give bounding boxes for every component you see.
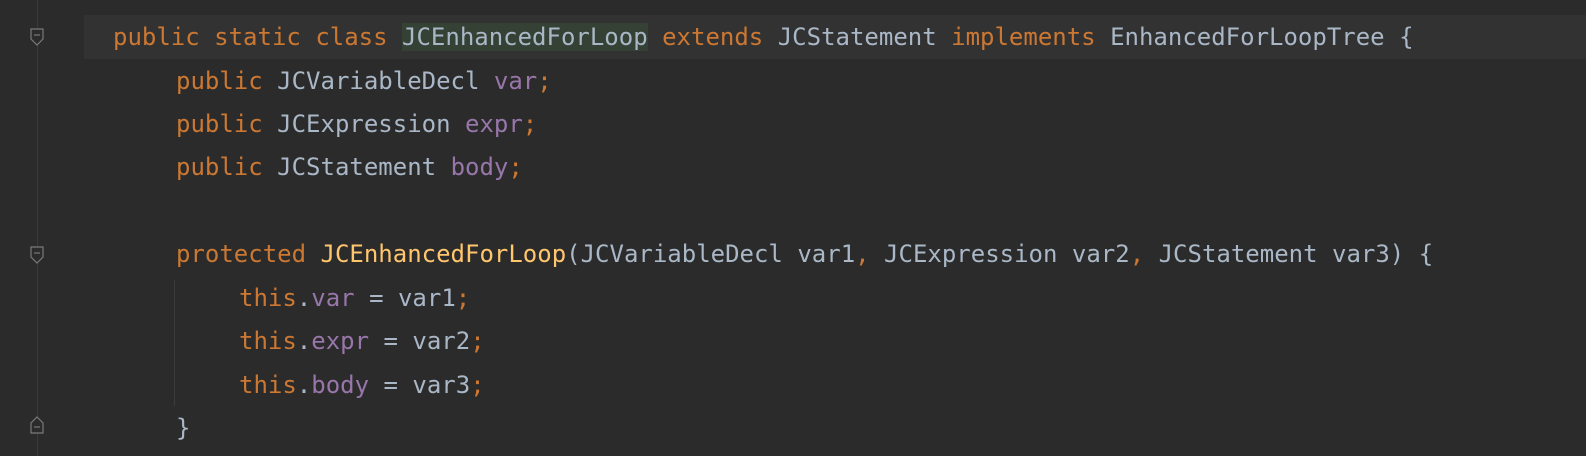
type-name: JCVariableDecl [277, 67, 480, 95]
param-type: JCExpression [884, 240, 1058, 268]
fold-collapse-icon[interactable] [30, 28, 44, 46]
field-name: expr [311, 327, 370, 355]
semicolon: ; [537, 67, 552, 95]
semicolon: ; [522, 110, 538, 138]
field-name: expr [465, 110, 523, 138]
code-line-8[interactable]: this.expr = var2; [84, 319, 1586, 363]
semicolon: ; [455, 284, 471, 312]
code-line-2[interactable]: public JCVariableDecl var; [84, 59, 1586, 103]
this-keyword: this [239, 327, 297, 355]
comma: , [1129, 240, 1145, 268]
gutter-divider [37, 0, 38, 456]
type-name: JCExpression [277, 110, 451, 138]
code-line-1[interactable]: public static class JCEnhancedForLoop ex… [84, 15, 1586, 59]
param-type: JCVariableDecl [580, 240, 783, 268]
dot: . [296, 284, 312, 312]
paren-open: ( [566, 240, 581, 268]
keyword: public [176, 153, 263, 181]
code-line-10[interactable]: } [84, 406, 1586, 450]
keyword: implements [951, 23, 1096, 51]
keyword: public [113, 23, 200, 51]
code-area[interactable]: public static class JCEnhancedForLoop ex… [84, 0, 1586, 456]
semicolon: ; [508, 153, 523, 181]
assign-operator: = [369, 284, 384, 312]
keyword: public [176, 110, 263, 138]
dot: . [296, 371, 312, 399]
brace: { [1418, 240, 1434, 268]
field-name: body [450, 153, 509, 181]
keyword: public [176, 67, 263, 95]
semicolon: ; [470, 371, 485, 399]
comma: , [855, 240, 870, 268]
editor-gutter [0, 0, 84, 456]
variable: var3 [412, 371, 471, 399]
this-keyword: this [239, 371, 297, 399]
dot: . [296, 327, 312, 355]
param-name: var1 [797, 240, 856, 268]
type-name: JCStatement [277, 153, 437, 181]
variable: var1 [397, 284, 456, 312]
param-type: JCStatement [1158, 240, 1318, 268]
method-name: JCEnhancedForLoop [320, 240, 567, 268]
paren-close: ) [1389, 240, 1405, 268]
field-name: body [311, 371, 370, 399]
keyword: class [315, 23, 388, 51]
code-line-3[interactable]: public JCExpression expr; [84, 102, 1586, 146]
brace: } [176, 414, 191, 442]
fold-end-icon[interactable] [30, 416, 44, 434]
code-editor[interactable]: public static class JCEnhancedForLoop ex… [0, 0, 1586, 456]
keyword: static [214, 23, 301, 51]
assign-operator: = [383, 327, 398, 355]
code-line-9[interactable]: this.body = var3; [84, 363, 1586, 407]
code-line-6[interactable]: protected JCEnhancedForLoop(JCVariableDe… [84, 232, 1586, 276]
assign-operator: = [383, 371, 398, 399]
this-keyword: this [239, 284, 297, 312]
keyword: protected [176, 240, 307, 268]
brace: { [1399, 23, 1414, 51]
keyword: extends [662, 23, 764, 51]
type-name: EnhancedForLoopTree [1110, 23, 1385, 51]
class-name-highlighted: JCEnhancedForLoop [402, 23, 648, 51]
param-name: var3 [1332, 240, 1390, 268]
field-name: var [311, 284, 355, 312]
fold-collapse-icon[interactable] [30, 246, 44, 264]
semicolon: ; [470, 327, 485, 355]
code-line-4[interactable]: public JCStatement body; [84, 145, 1586, 189]
type-name: JCStatement [777, 23, 937, 51]
code-line-7[interactable]: this.var = var1; [84, 276, 1586, 320]
param-name: var2 [1071, 240, 1130, 268]
field-name: var [493, 67, 538, 95]
variable: var2 [412, 327, 471, 355]
